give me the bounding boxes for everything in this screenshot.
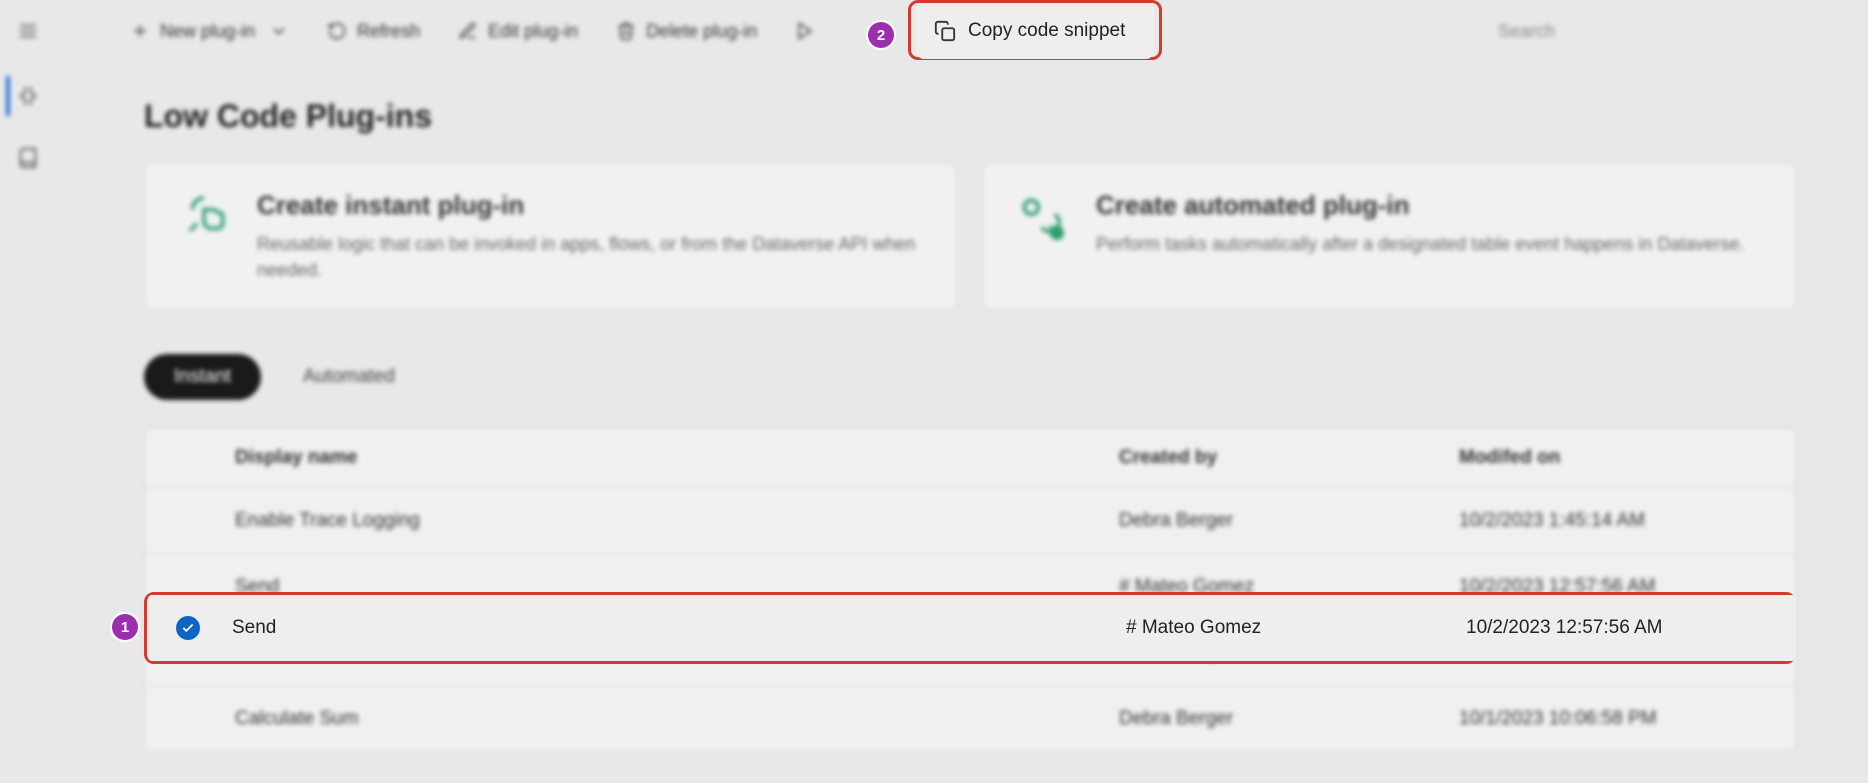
play-button[interactable] [781, 13, 829, 49]
card-automated-desc: Perform tasks automatically after a desi… [1096, 231, 1744, 257]
cards-row: Create instant plug-in Reusable logic th… [144, 163, 1796, 310]
new-plugin-label: New plug-in [160, 21, 255, 42]
refresh-label: Refresh [357, 21, 420, 42]
tap-icon [175, 190, 233, 248]
col-modified-on[interactable]: Modifed on [1449, 447, 1789, 469]
row-name: Send [228, 617, 1116, 639]
col-display-name[interactable]: Display name [231, 447, 1109, 469]
main-content: Low Code Plug-ins Create instant plug-in… [56, 62, 1868, 783]
callout-badge-1: 1 [112, 614, 138, 640]
row-modified-on: 10/2/2023 1:45:14 AM [1449, 510, 1789, 532]
row-name: Calculate Sum [231, 708, 1109, 730]
table-row[interactable]: Enable Trace Logging Debra Berger 10/2/2… [145, 487, 1795, 553]
hamburger-menu-icon[interactable] [10, 13, 46, 49]
copy-icon [934, 20, 956, 42]
left-rail [0, 62, 56, 783]
row-modified-on: 10/2/2023 12:57:56 AM [1456, 617, 1796, 639]
delete-plugin-button[interactable]: Delete plug-in [602, 13, 771, 50]
card-automated-title: Create automated plug-in [1096, 190, 1744, 221]
card-instant-desc: Reusable logic that can be invoked in ap… [257, 231, 926, 283]
row-created-by: Debra Berger [1109, 708, 1449, 730]
row-name: Enable Trace Logging [231, 510, 1109, 532]
card-automated-plugin[interactable]: Create automated plug-in Perform tasks a… [983, 163, 1796, 310]
row-selected-check-icon[interactable] [176, 616, 200, 640]
copy-snippet-label: Copy code snippet [968, 20, 1125, 42]
tab-instant[interactable]: Instant [144, 354, 261, 400]
plugins-table: Display name Created by Modifed on Enabl… [144, 428, 1796, 752]
table-row[interactable]: Calculate Sum Debra Berger 10/1/2023 10:… [145, 685, 1795, 751]
row-created-by: # Mateo Gomez [1116, 617, 1456, 639]
delete-plugin-label: Delete plug-in [646, 21, 757, 42]
card-instant-plugin[interactable]: Create instant plug-in Reusable logic th… [144, 163, 957, 310]
row-modified-on: 10/1/2023 10:06:58 PM [1449, 708, 1789, 730]
tab-automated[interactable]: Automated [273, 354, 425, 400]
callout-badge-2: 2 [868, 22, 894, 48]
card-instant-title: Create instant plug-in [257, 190, 926, 221]
tabs: Instant Automated [144, 354, 1796, 400]
search-input[interactable]: Search [1488, 15, 1848, 48]
rail-item-book[interactable] [8, 138, 48, 178]
page-title: Low Code Plug-ins [144, 98, 1796, 135]
copy-code-snippet-button[interactable]: Copy code snippet [916, 3, 1154, 59]
plug-icon [1014, 190, 1072, 248]
table-row-selected[interactable]: Send # Mateo Gomez 10/2/2023 12:57:56 AM [148, 595, 1796, 661]
row-created-by: Debra Berger [1109, 510, 1449, 532]
refresh-button[interactable]: Refresh [313, 13, 434, 50]
chevron-down-icon [269, 21, 289, 41]
rail-item-plugins[interactable] [6, 76, 46, 116]
edit-plugin-button[interactable]: Edit plug-in [444, 13, 592, 50]
col-created-by[interactable]: Created by [1109, 447, 1449, 469]
edit-plugin-label: Edit plug-in [488, 21, 578, 42]
new-plugin-button[interactable]: New plug-in [116, 13, 303, 50]
table-header-row: Display name Created by Modifed on [145, 429, 1795, 487]
